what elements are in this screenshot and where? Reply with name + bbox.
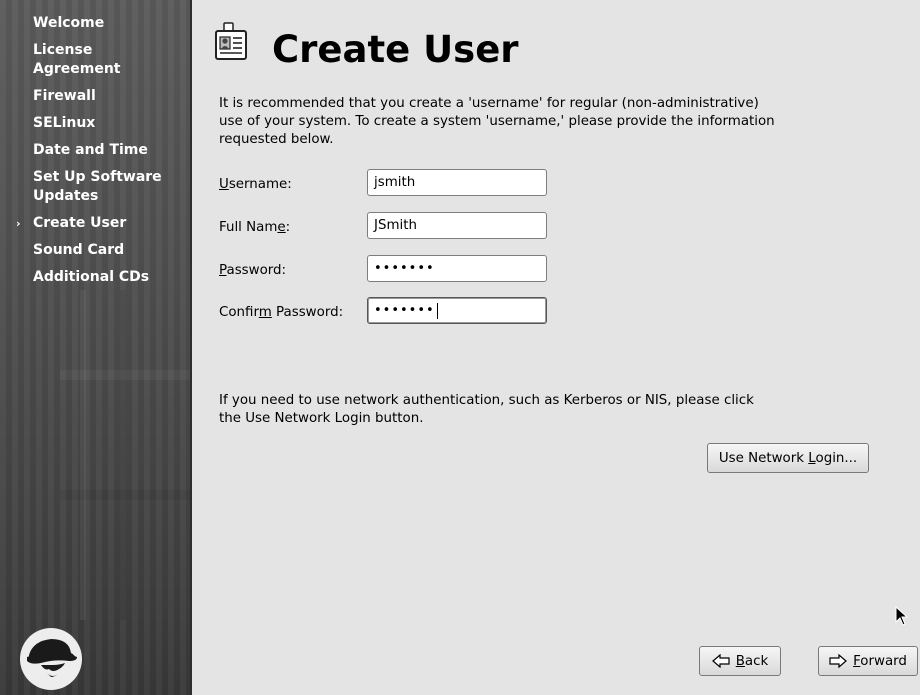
sidebar-item-welcome: Welcome xyxy=(0,14,190,33)
forward-button[interactable]: Forward xyxy=(818,646,918,676)
main-panel: Create User It is recommended that you c… xyxy=(192,0,920,695)
sidebar-item-label: Sound Card xyxy=(33,242,125,258)
sidebar-item-label: Create User xyxy=(33,215,127,231)
arrow-right-icon xyxy=(829,654,847,668)
confirm-password-mnemonic: m xyxy=(258,305,272,320)
current-step-marker-icon: › xyxy=(16,217,21,230)
red-hat-shadowman-icon xyxy=(20,628,82,690)
confirm-password-value: ••••••• xyxy=(374,303,435,318)
sidebar-item-selinux: SELinux xyxy=(0,114,190,133)
sidebar-item-label: SELinux xyxy=(33,115,96,131)
username-value: jsmith xyxy=(374,175,416,190)
sidebar-item-license-agreement: License Agreement xyxy=(0,41,190,79)
arrow-left-icon xyxy=(711,654,730,668)
password-label: Password: xyxy=(219,263,287,278)
network-auth-text: If you need to use network authenticatio… xyxy=(219,393,754,426)
back-button[interactable]: Back xyxy=(699,646,781,676)
sidebar-item-sound-card: Sound Card xyxy=(0,241,190,260)
confirm-password-field[interactable]: ••••••• xyxy=(367,297,547,324)
sidebar-decoration xyxy=(60,290,190,620)
sidebar: Welcome License Agreement Firewall SELin… xyxy=(0,0,190,695)
use-network-login-button[interactable]: Use Network Login... xyxy=(707,443,869,473)
sidebar-item-label: License Agreement xyxy=(33,42,121,77)
password-value: ••••••• xyxy=(374,261,435,276)
fullname-field[interactable]: JSmith xyxy=(367,212,547,239)
intro-text: It is recommended that you create a 'use… xyxy=(219,96,775,147)
text-caret xyxy=(436,302,438,319)
sidebar-item-date-and-time: Date and Time xyxy=(0,141,190,160)
fullname-mnemonic: e xyxy=(277,220,286,235)
sidebar-item-firewall: Firewall xyxy=(0,87,190,106)
fullname-label: Full Name: xyxy=(219,220,291,235)
sidebar-item-label: Date and Time xyxy=(33,142,148,158)
username-field[interactable]: jsmith xyxy=(367,169,547,196)
confirm-password-label: Confirm Password: xyxy=(219,305,344,320)
sidebar-item-create-user: › Create User xyxy=(0,214,190,233)
mouse-pointer-icon xyxy=(895,606,909,626)
sidebar-item-software-updates: Set Up Software Updates xyxy=(0,168,190,206)
username-label: Username: xyxy=(219,177,292,192)
sidebar-item-additional-cds: Additional CDs xyxy=(0,268,190,287)
page-title: Create User xyxy=(272,28,519,71)
sidebar-item-label: Firewall xyxy=(33,88,96,104)
id-badge-icon xyxy=(215,22,247,60)
sidebar-item-label: Set Up Software Updates xyxy=(33,169,162,204)
password-field[interactable]: ••••••• xyxy=(367,255,547,282)
fullname-value: JSmith xyxy=(374,218,417,233)
sidebar-item-label: Welcome xyxy=(33,15,105,31)
sidebar-item-label: Additional CDs xyxy=(33,269,150,285)
username-mnemonic: U xyxy=(219,177,229,192)
sidebar-nav: Welcome License Agreement Firewall SELin… xyxy=(0,0,190,287)
